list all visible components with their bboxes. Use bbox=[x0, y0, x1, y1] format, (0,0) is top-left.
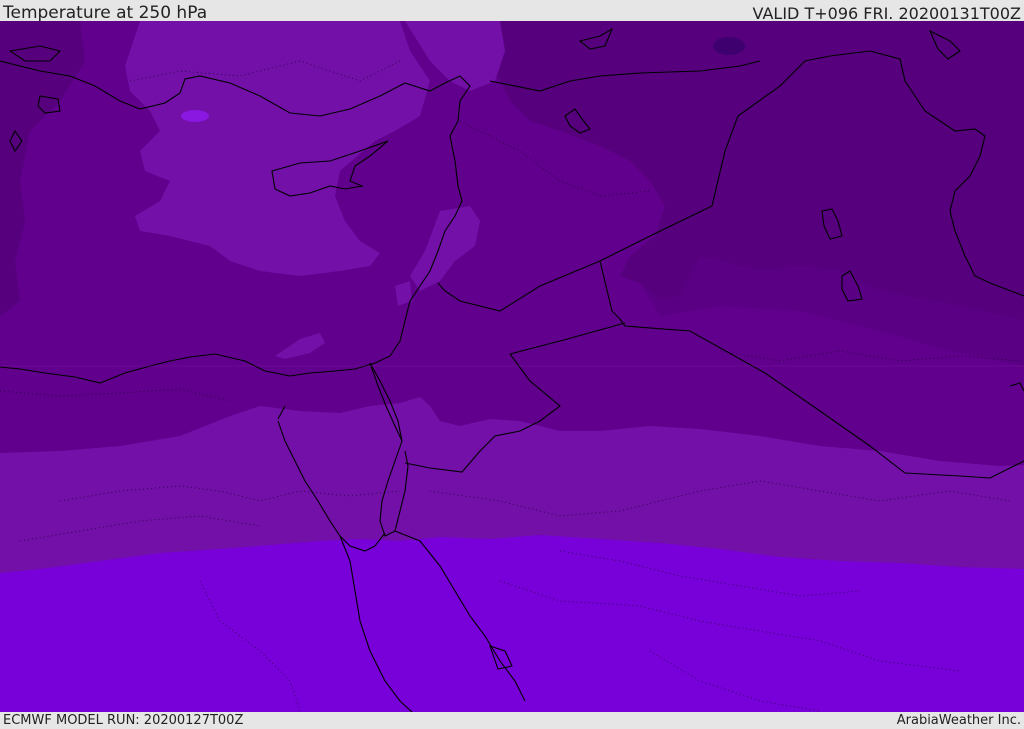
map-title: Temperature at 250 hPa bbox=[3, 3, 208, 23]
map-header: Temperature at 250 hPa VALID T+096 FRI. … bbox=[0, 0, 1024, 23]
temperature-field-svg bbox=[0, 21, 1024, 712]
weather-map[interactable] bbox=[0, 21, 1024, 712]
cold-cell bbox=[713, 37, 745, 55]
credit-label: ArabiaWeather Inc. bbox=[896, 713, 1021, 728]
model-run-label: ECMWF MODEL RUN: 20200127T00Z bbox=[3, 713, 244, 728]
warm-spot bbox=[181, 110, 209, 122]
map-footer: ECMWF MODEL RUN: 20200127T00Z ArabiaWeat… bbox=[0, 712, 1024, 729]
